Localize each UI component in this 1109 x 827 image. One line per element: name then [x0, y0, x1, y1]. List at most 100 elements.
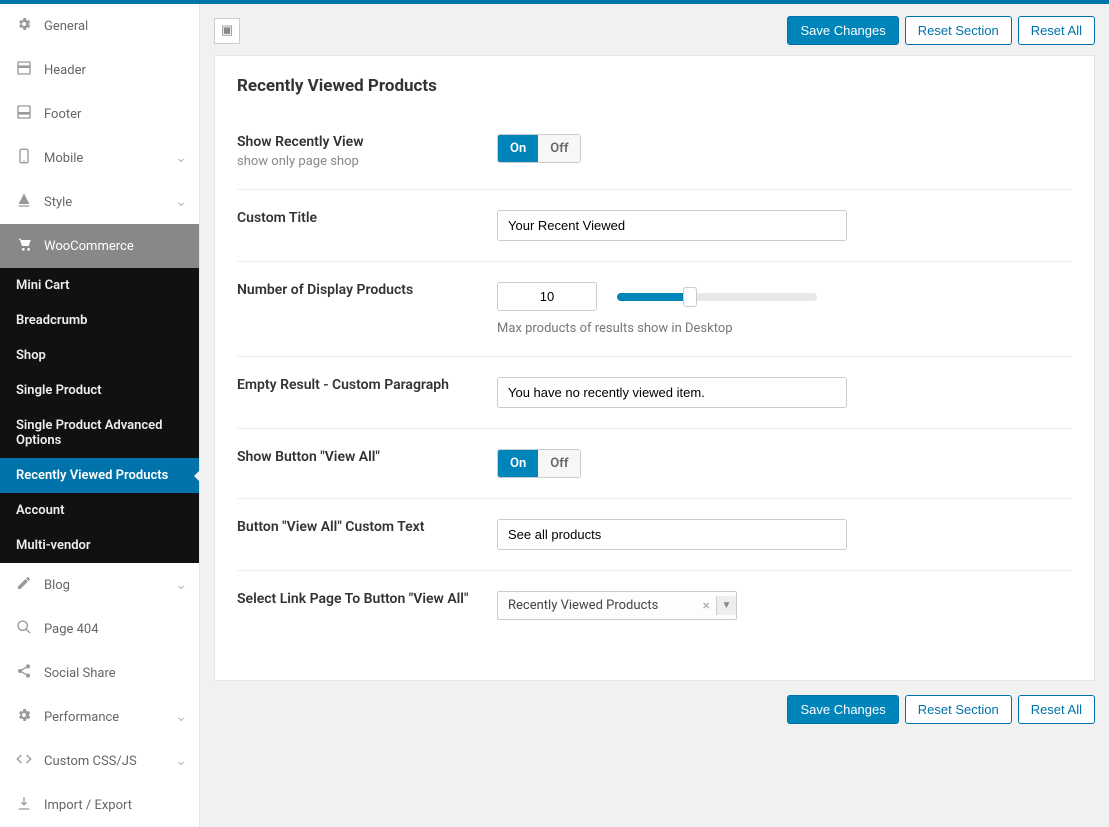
toggle-off[interactable]: Off: [538, 450, 580, 477]
field-desc: show only page shop: [237, 154, 477, 169]
sidebar-item-label: Page 404: [44, 622, 187, 637]
number-display-input[interactable]: [497, 282, 597, 311]
slider-fill: [617, 293, 687, 301]
expand-icon: ▣: [221, 23, 233, 38]
sidebar-item-label: Multi-vendor: [16, 538, 91, 553]
sidebar-sub-multi-vendor[interactable]: Multi-vendor: [0, 528, 199, 563]
sidebar-sub-shop[interactable]: Shop: [0, 338, 199, 373]
sidebar-item-custom-css-js[interactable]: Custom CSS/JS⌄: [0, 739, 199, 783]
sidebar-submenu: Mini Cart Breadcrumb Shop Single Product…: [0, 268, 199, 563]
sidebar-item-general[interactable]: General: [0, 4, 199, 48]
reset-all-button-bottom[interactable]: Reset All: [1018, 695, 1095, 724]
sidebar-item-label: Single Product: [16, 383, 102, 398]
show-viewall-toggle[interactable]: On Off: [497, 449, 581, 478]
sidebar-sub-single-product[interactable]: Single Product: [0, 373, 199, 408]
reset-section-button[interactable]: Reset Section: [905, 16, 1012, 45]
sidebar-sub-recently-viewed[interactable]: Recently Viewed Products: [0, 458, 199, 493]
field-viewall-link: Select Link Page To Button "View All" Re…: [237, 571, 1072, 640]
field-label: Custom Title: [237, 210, 477, 226]
show-recent-toggle[interactable]: On Off: [497, 134, 581, 163]
gear-icon: [12, 16, 36, 36]
field-viewall-text: Button "View All" Custom Text: [237, 499, 1072, 571]
sidebar-sub-account[interactable]: Account: [0, 493, 199, 528]
sidebar-item-label: Mobile: [44, 151, 175, 166]
reset-section-button-bottom[interactable]: Reset Section: [905, 695, 1012, 724]
chevron-down-icon: ⌄: [175, 577, 187, 593]
sidebar-item-label: Performance: [44, 710, 175, 725]
custom-title-input[interactable]: [497, 210, 847, 241]
sidebar-item-label: Shop: [16, 348, 46, 363]
gear-icon: [12, 707, 36, 727]
sidebar-item-label: General: [44, 19, 187, 34]
chevron-down-icon: ⌄: [175, 753, 187, 769]
sidebar-item-page404[interactable]: Page 404: [0, 607, 199, 651]
field-label: Empty Result - Custom Paragraph: [237, 377, 477, 393]
sidebar-item-label: Mini Cart: [16, 278, 69, 293]
slider-thumb[interactable]: [683, 287, 697, 307]
settings-sidebar: General Header Footer Mobile⌄ Style⌄ Woo…: [0, 4, 200, 827]
sidebar-sub-breadcrumb[interactable]: Breadcrumb: [0, 303, 199, 338]
field-show-viewall-btn: Show Button "View All" On Off: [237, 429, 1072, 499]
viewall-text-input[interactable]: [497, 519, 847, 550]
viewall-link-select[interactable]: Recently Viewed Products × ▼: [497, 591, 737, 620]
field-hint: Max products of results show in Desktop: [497, 321, 1072, 336]
download-icon: [12, 795, 36, 815]
sidebar-item-label: WooCommerce: [44, 239, 187, 254]
select-clear-icon[interactable]: ×: [697, 598, 716, 614]
sidebar-item-label: Custom CSS/JS: [44, 754, 175, 769]
layout-header-icon: [12, 60, 36, 80]
sidebar-item-label: Footer: [44, 107, 187, 122]
sidebar-sub-mini-cart[interactable]: Mini Cart: [0, 268, 199, 303]
sidebar-item-label: Account: [16, 503, 64, 518]
field-show-recently-view: Show Recently View show only page shop O…: [237, 114, 1072, 190]
bottom-toolbar: Save Changes Reset Section Reset All: [214, 695, 1095, 724]
chevron-down-icon: ⌄: [175, 194, 187, 210]
field-label: Number of Display Products: [237, 282, 477, 298]
style-icon: [12, 192, 36, 212]
sidebar-item-label: Import / Export: [44, 798, 187, 813]
sidebar-item-style[interactable]: Style⌄: [0, 180, 199, 224]
sidebar-sub-single-product-advanced[interactable]: Single Product Advanced Options: [0, 408, 199, 458]
expand-all-button[interactable]: ▣: [214, 18, 240, 44]
sidebar-item-header[interactable]: Header: [0, 48, 199, 92]
select-dropdown-icon[interactable]: ▼: [716, 596, 736, 615]
field-empty-result: Empty Result - Custom Paragraph: [237, 357, 1072, 429]
toggle-on[interactable]: On: [498, 450, 538, 477]
field-custom-title: Custom Title: [237, 190, 1072, 262]
settings-panel: Recently Viewed Products Show Recently V…: [214, 55, 1095, 681]
field-label: Show Recently View: [237, 134, 477, 150]
chevron-down-icon: ⌄: [175, 709, 187, 725]
toggle-on[interactable]: On: [498, 135, 538, 162]
sidebar-item-label: Single Product Advanced Options: [16, 418, 183, 448]
sidebar-item-footer[interactable]: Footer: [0, 92, 199, 136]
code-icon: [12, 751, 36, 771]
sidebar-item-label: Header: [44, 63, 187, 78]
field-number-display: Number of Display Products Max products …: [237, 262, 1072, 357]
number-display-slider[interactable]: [617, 293, 817, 301]
layout-footer-icon: [12, 104, 36, 124]
panel-title: Recently Viewed Products: [237, 76, 1072, 96]
reset-all-button[interactable]: Reset All: [1018, 16, 1095, 45]
empty-result-input[interactable]: [497, 377, 847, 408]
sidebar-item-label: Blog: [44, 578, 175, 593]
sidebar-item-social-share[interactable]: Social Share: [0, 651, 199, 695]
sidebar-item-label: Recently Viewed Products: [16, 468, 168, 483]
save-changes-button-bottom[interactable]: Save Changes: [787, 695, 898, 724]
sidebar-item-import-export[interactable]: Import / Export: [0, 783, 199, 827]
pencil-icon: [12, 575, 36, 595]
sidebar-item-blog[interactable]: Blog⌄: [0, 563, 199, 607]
sidebar-item-label: Style: [44, 195, 175, 210]
toggle-off[interactable]: Off: [538, 135, 580, 162]
save-changes-button[interactable]: Save Changes: [787, 16, 898, 45]
sidebar-item-label: Social Share: [44, 666, 187, 681]
sidebar-item-label: Breadcrumb: [16, 313, 87, 328]
select-value: Recently Viewed Products: [498, 592, 697, 619]
mobile-icon: [12, 148, 36, 168]
field-label: Button "View All" Custom Text: [237, 519, 477, 535]
sidebar-item-performance[interactable]: Performance⌄: [0, 695, 199, 739]
top-toolbar: ▣ Save Changes Reset Section Reset All: [214, 16, 1095, 45]
sidebar-item-mobile[interactable]: Mobile⌄: [0, 136, 199, 180]
search-icon: [12, 619, 36, 639]
field-label: Show Button "View All": [237, 449, 477, 465]
sidebar-item-woocommerce[interactable]: WooCommerce: [0, 224, 199, 268]
